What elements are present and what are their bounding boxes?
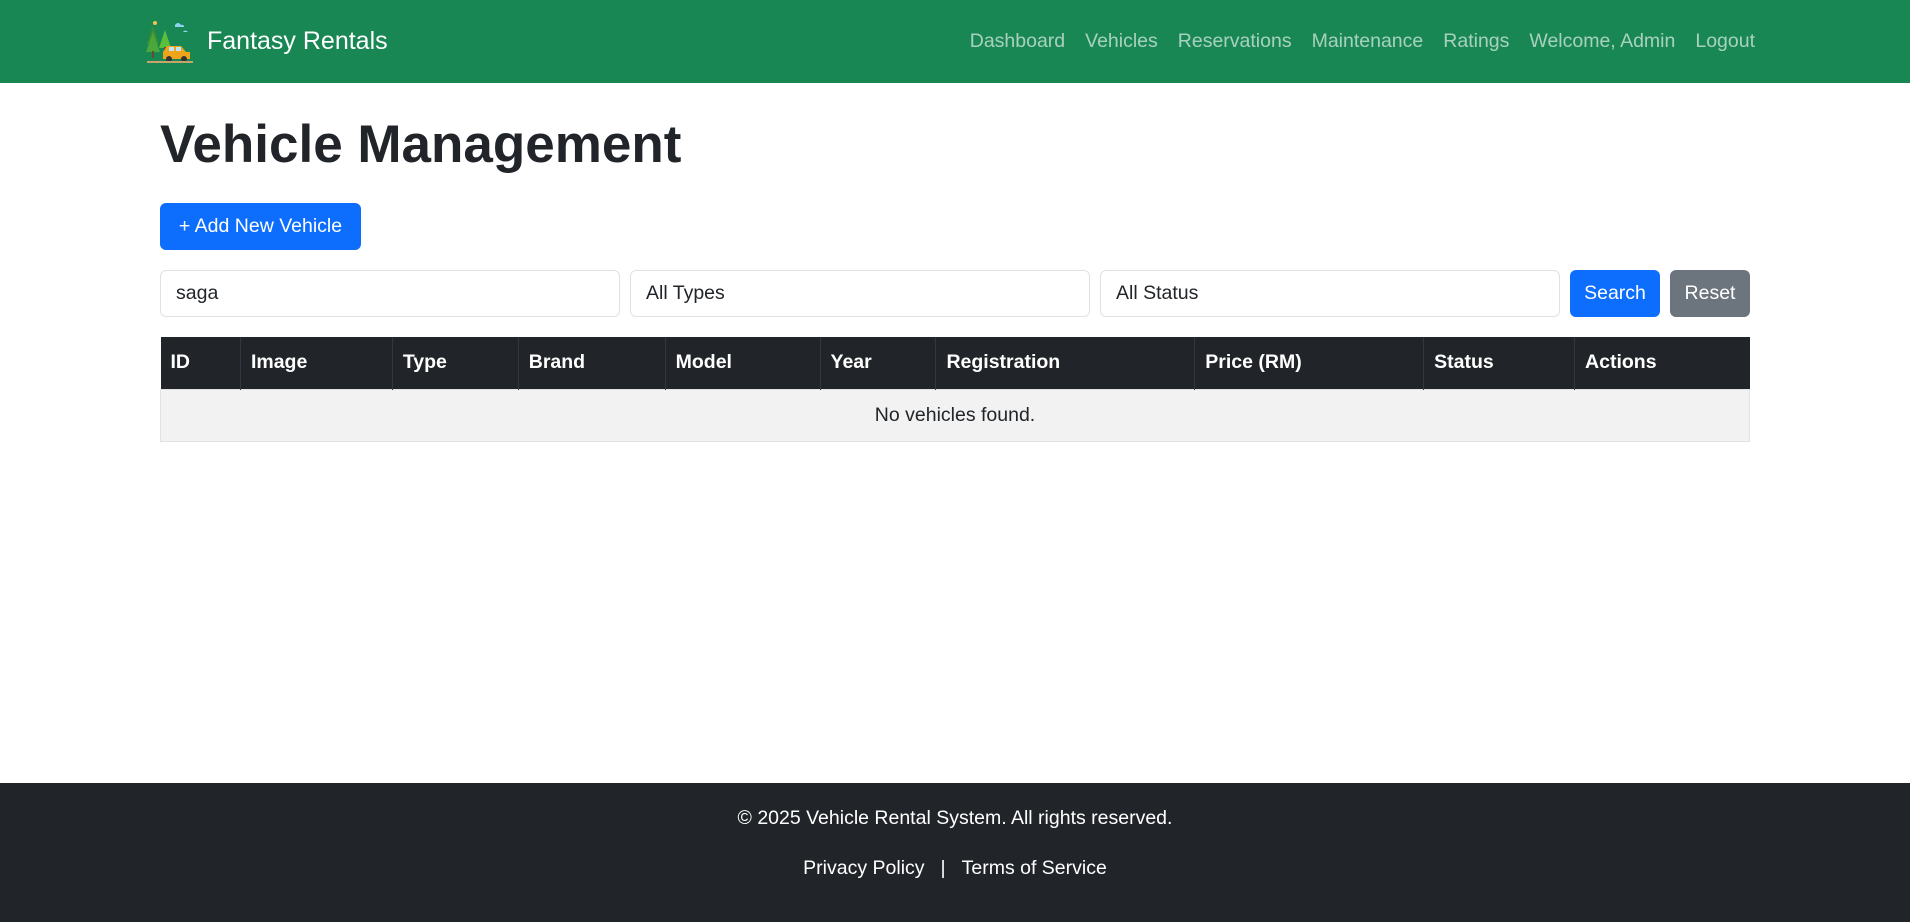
top-navbar: Fantasy Rentals Dashboard Vehicles Reser…	[0, 0, 1910, 83]
status-select[interactable]: All Status	[1100, 270, 1560, 317]
copyright-text: © 2025 Vehicle Rental System. All rights…	[737, 807, 1173, 829]
column-header-id: ID	[160, 337, 241, 389]
column-header-type: Type	[392, 337, 519, 389]
table-header-row: ID Image Type Brand Model Year Registrat…	[160, 337, 1750, 389]
type-select[interactable]: All Types	[630, 270, 1090, 317]
column-header-year: Year	[820, 337, 937, 389]
nav-vehicles[interactable]: Vehicles	[1085, 30, 1158, 53]
privacy-policy-link[interactable]: Privacy Policy	[803, 857, 924, 880]
column-header-status: Status	[1423, 337, 1576, 389]
column-header-actions: Actions	[1574, 337, 1750, 389]
search-input[interactable]	[160, 270, 620, 317]
nav-reservations[interactable]: Reservations	[1178, 30, 1292, 53]
filter-bar: All Types All Status Search Reset	[160, 270, 1750, 317]
nav-maintenance[interactable]: Maintenance	[1312, 30, 1424, 53]
brand-link[interactable]: Fantasy Rentals	[145, 18, 388, 64]
nav-logout[interactable]: Logout	[1695, 30, 1755, 53]
nav-ratings[interactable]: Ratings	[1443, 30, 1509, 53]
empty-table-message: No vehicles found.	[160, 388, 1750, 442]
footer-separator: |	[940, 857, 946, 879]
car-trees-logo-icon	[146, 21, 193, 63]
nav-dashboard[interactable]: Dashboard	[970, 30, 1065, 53]
column-header-model: Model	[665, 337, 821, 389]
nav-menu: Dashboard Vehicles Reservations Maintena…	[970, 0, 1755, 83]
brand-name: Fantasy Rentals	[207, 26, 388, 55]
terms-of-service-link[interactable]: Terms of Service	[962, 857, 1107, 880]
column-header-registration: Registration	[935, 337, 1196, 389]
page-footer: © 2025 Vehicle Rental System. All rights…	[0, 783, 1910, 922]
table-row: No vehicles found.	[160, 388, 1750, 442]
vehicles-table: ID Image Type Brand Model Year Registrat…	[160, 337, 1750, 442]
add-vehicle-button[interactable]: + Add New Vehicle	[160, 203, 361, 250]
reset-button[interactable]: Reset	[1670, 270, 1750, 317]
footer-links: Privacy Policy | Terms of Service	[0, 857, 1910, 880]
page-title: Vehicle Management	[160, 115, 682, 174]
nav-welcome-user[interactable]: Welcome, Admin	[1529, 30, 1675, 53]
search-button[interactable]: Search	[1570, 270, 1660, 317]
column-header-brand: Brand	[518, 337, 666, 389]
column-header-image: Image	[240, 337, 393, 389]
column-header-price: Price (RM)	[1194, 337, 1425, 389]
